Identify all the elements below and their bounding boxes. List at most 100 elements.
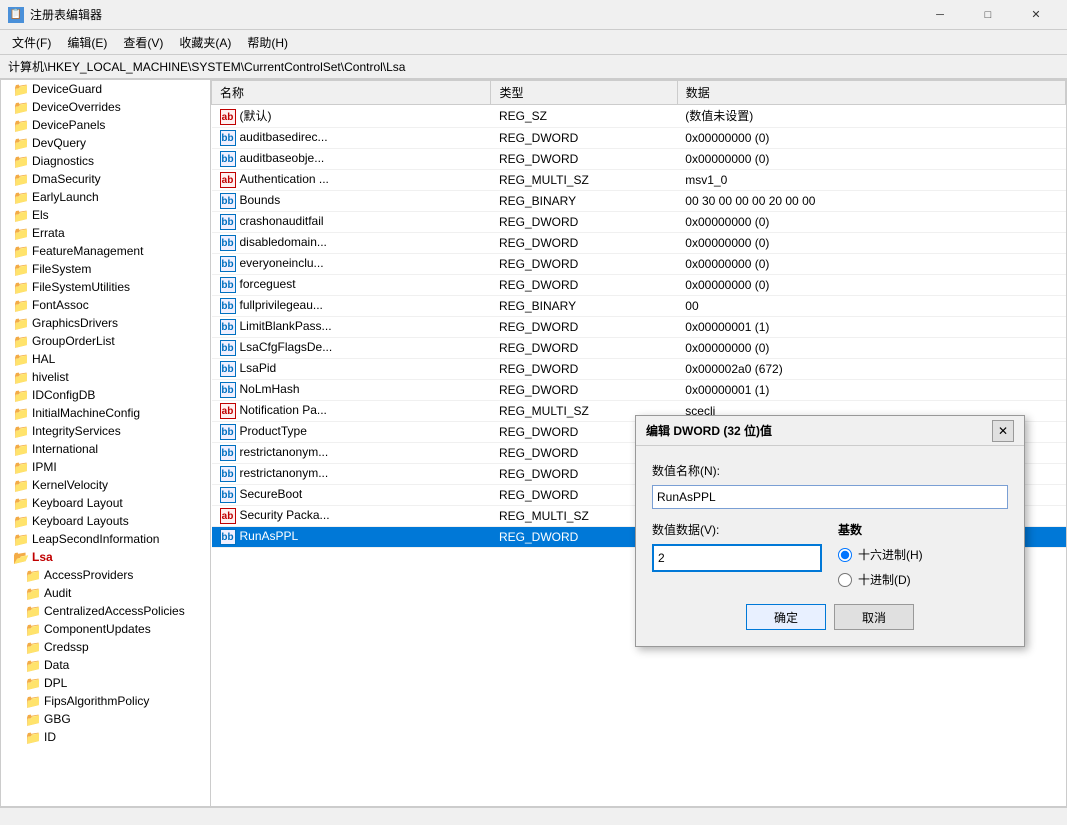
dec-radio-label[interactable]: 十进制(D) (838, 571, 1008, 588)
status-bar (0, 807, 1067, 825)
data-input[interactable] (652, 544, 822, 572)
reg-data-cell: 0x00000001 (1) (677, 316, 1065, 337)
name-label: 数值名称(N): (652, 462, 1008, 479)
tree-item[interactable]: 📁hivelist (1, 368, 210, 386)
table-row[interactable]: bbauditbasedirec...REG_DWORD0x00000000 (… (212, 127, 1066, 148)
menu-edit[interactable]: 编辑(E) (59, 31, 115, 54)
folder-icon: 📁 (13, 262, 29, 276)
reg-name-cell: bbLsaPid (212, 358, 491, 379)
table-row[interactable]: abAuthentication ...REG_MULTI_SZmsv1_0 (212, 169, 1066, 190)
col-name: 名称 (212, 81, 491, 105)
hex-radio-label[interactable]: 十六进制(H) (838, 546, 1008, 563)
maximize-button[interactable]: □ (965, 0, 1011, 30)
reg-data-cell: (数值未设置) (677, 105, 1065, 128)
tree-item[interactable]: 📁Data (1, 656, 210, 674)
menu-file[interactable]: 文件(F) (4, 31, 59, 54)
reg-name-cell: bbLsaCfgFlagsDe... (212, 337, 491, 358)
bb-icon: bb (220, 256, 236, 272)
table-row[interactable]: bbBoundsREG_BINARY00 30 00 00 00 20 00 0… (212, 190, 1066, 211)
cancel-button[interactable]: 取消 (834, 604, 914, 630)
folder-icon: 📁 (13, 100, 29, 114)
tree-item[interactable]: 📁FileSystem (1, 260, 210, 278)
folder-icon: 📁 (13, 334, 29, 348)
tree-item[interactable]: 📁EarlyLaunch (1, 188, 210, 206)
tree-item-label: IPMI (32, 460, 57, 474)
reg-type-cell: REG_DWORD (491, 148, 677, 169)
tree-item[interactable]: 📁GraphicsDrivers (1, 314, 210, 332)
menu-view[interactable]: 查看(V) (115, 31, 171, 54)
tree-item[interactable]: 📁DevQuery (1, 134, 210, 152)
tree-item[interactable]: 📁DmaSecurity (1, 170, 210, 188)
close-button[interactable]: ✕ (1013, 0, 1059, 30)
folder-icon: 📁 (25, 676, 41, 690)
reg-name-cell: abSecurity Packa... (212, 505, 491, 526)
tree-item[interactable]: 📁GroupOrderList (1, 332, 210, 350)
table-row[interactable]: bbcrashonauditfailREG_DWORD0x00000000 (0… (212, 211, 1066, 232)
tree-item[interactable]: 📁DevicePanels (1, 116, 210, 134)
table-row[interactable]: bbforceguestREG_DWORD0x00000000 (0) (212, 274, 1066, 295)
tree-item[interactable]: 📁Errata (1, 224, 210, 242)
tree-item-label: FeatureManagement (32, 244, 143, 258)
tree-panel[interactable]: 📁DeviceGuard📁DeviceOverrides📁DevicePanel… (1, 80, 211, 806)
table-row[interactable]: bbLsaPidREG_DWORD0x000002a0 (672) (212, 358, 1066, 379)
address-bar: 计算机\HKEY_LOCAL_MACHINE\SYSTEM\CurrentCon… (0, 55, 1067, 79)
reg-data-cell: 0x00000000 (0) (677, 232, 1065, 253)
tree-item[interactable]: 📁Keyboard Layout (1, 494, 210, 512)
tree-item[interactable]: 📁Keyboard Layouts (1, 512, 210, 530)
name-input[interactable] (652, 485, 1008, 509)
tree-item[interactable]: 📁DeviceOverrides (1, 98, 210, 116)
minimize-button[interactable]: ─ (917, 0, 963, 30)
tree-item[interactable]: 📁Diagnostics (1, 152, 210, 170)
tree-item[interactable]: 📁IPMI (1, 458, 210, 476)
tree-item[interactable]: 📁KernelVelocity (1, 476, 210, 494)
tree-item[interactable]: 📁AccessProviders (1, 566, 210, 584)
menu-favorites[interactable]: 收藏夹(A) (171, 31, 239, 54)
table-row[interactable]: bbauditbaseobje...REG_DWORD0x00000000 (0… (212, 148, 1066, 169)
folder-icon: 📁 (13, 388, 29, 402)
tree-item-label: KernelVelocity (32, 478, 108, 492)
tree-item[interactable]: 📁IDConfigDB (1, 386, 210, 404)
table-row[interactable]: ab(默认)REG_SZ(数值未设置) (212, 105, 1066, 128)
tree-item[interactable]: 📁Els (1, 206, 210, 224)
table-row[interactable]: bbLimitBlankPass...REG_DWORD0x00000001 (… (212, 316, 1066, 337)
tree-item[interactable]: 📁FileSystemUtilities (1, 278, 210, 296)
ab-icon: ab (220, 109, 236, 125)
tree-item-label: Lsa (32, 550, 53, 564)
table-row[interactable]: bbNoLmHashREG_DWORD0x00000001 (1) (212, 379, 1066, 400)
reg-data-cell: 0x00000000 (0) (677, 127, 1065, 148)
dec-radio[interactable] (838, 573, 852, 587)
table-row[interactable]: bbdisabledomain...REG_DWORD0x00000000 (0… (212, 232, 1066, 253)
reg-name-cell: bbProductType (212, 421, 491, 442)
tree-item[interactable]: 📁FontAssoc (1, 296, 210, 314)
tree-item[interactable]: 📁International (1, 440, 210, 458)
table-row[interactable]: bbfullprivilegeau...REG_BINARY00 (212, 295, 1066, 316)
hex-radio[interactable] (838, 548, 852, 562)
tree-item[interactable]: 📁ID (1, 728, 210, 746)
tree-item[interactable]: 📁Audit (1, 584, 210, 602)
table-row[interactable]: bbeveryoneinclu...REG_DWORD0x00000000 (0… (212, 253, 1066, 274)
tree-item[interactable]: 📁GBG (1, 710, 210, 728)
tree-item[interactable]: 📁HAL (1, 350, 210, 368)
table-row[interactable]: bbLsaCfgFlagsDe...REG_DWORD0x00000000 (0… (212, 337, 1066, 358)
tree-item[interactable]: 📁FeatureManagement (1, 242, 210, 260)
reg-data-cell: 0x00000000 (0) (677, 211, 1065, 232)
tree-item[interactable]: 📁DPL (1, 674, 210, 692)
menu-help[interactable]: 帮助(H) (239, 31, 296, 54)
dialog-close-button[interactable]: ✕ (992, 420, 1014, 442)
tree-item[interactable]: 📁CentralizedAccessPolicies (1, 602, 210, 620)
tree-item[interactable]: 📁Credssp (1, 638, 210, 656)
reg-name-cell: bbforceguest (212, 274, 491, 295)
tree-item[interactable]: 📁FipsAlgorithmPolicy (1, 692, 210, 710)
tree-item[interactable]: 📂Lsa (1, 548, 210, 566)
tree-item-label: GBG (44, 712, 71, 726)
ok-button[interactable]: 确定 (746, 604, 826, 630)
tree-item[interactable]: 📁LeapSecondInformation (1, 530, 210, 548)
folder-icon: 📁 (25, 640, 41, 654)
tree-item[interactable]: 📁InitialMachineConfig (1, 404, 210, 422)
folder-icon: 📁 (13, 136, 29, 150)
app-icon: 📋 (8, 7, 24, 23)
tree-item[interactable]: 📁IntegrityServices (1, 422, 210, 440)
tree-item[interactable]: 📁ComponentUpdates (1, 620, 210, 638)
tree-item[interactable]: 📁DeviceGuard (1, 80, 210, 98)
bb-icon: bb (220, 424, 236, 440)
